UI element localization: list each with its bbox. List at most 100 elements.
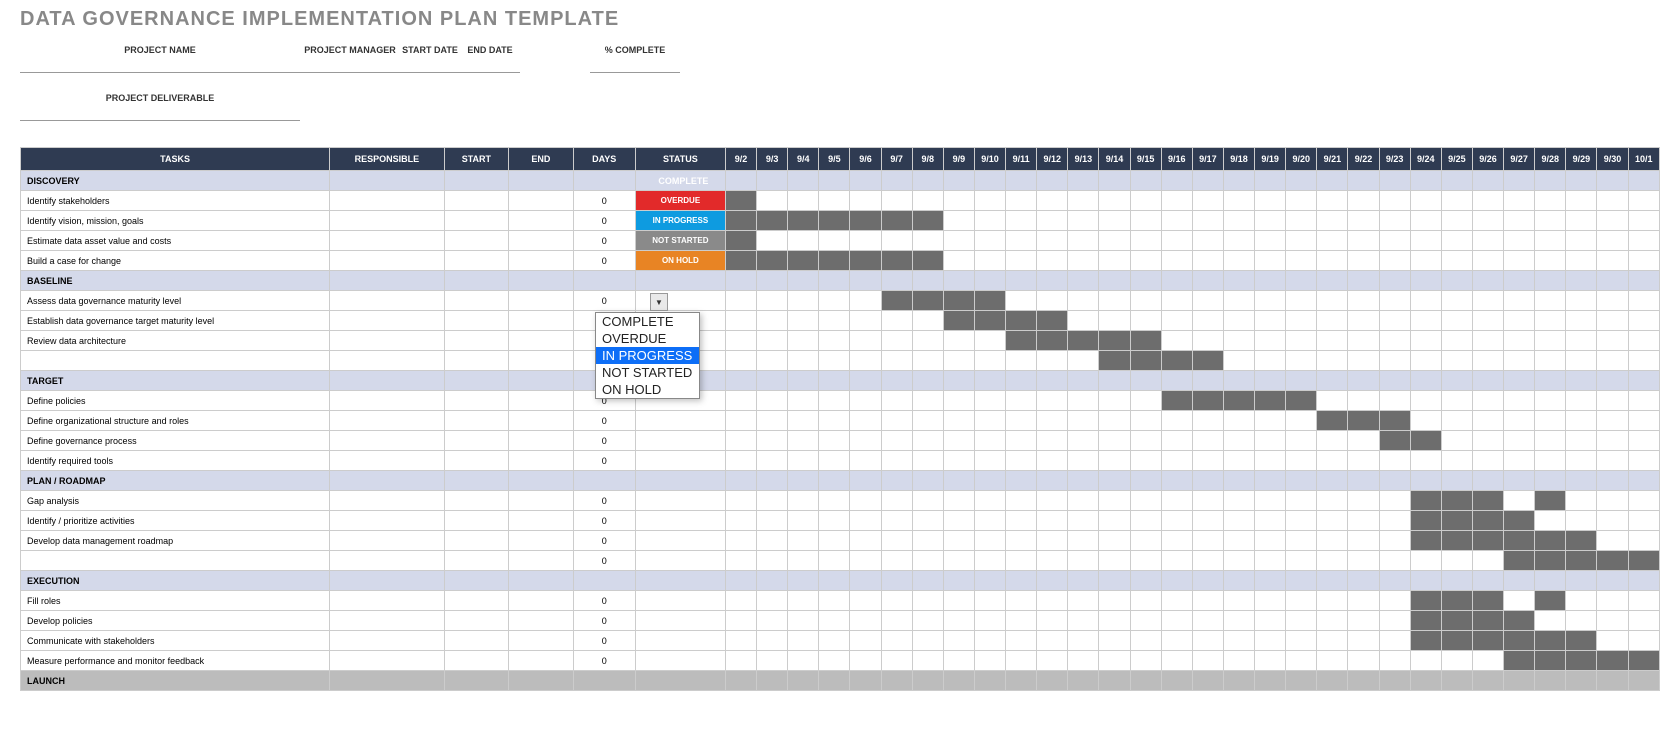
gantt-cell[interactable] bbox=[1006, 371, 1037, 391]
gantt-cell[interactable] bbox=[1099, 531, 1130, 551]
gantt-cell[interactable] bbox=[1006, 391, 1037, 411]
gantt-cell[interactable] bbox=[1255, 471, 1286, 491]
end-cell[interactable] bbox=[509, 351, 573, 371]
gantt-cell[interactable] bbox=[912, 191, 943, 211]
gantt-cell[interactable] bbox=[1535, 451, 1566, 471]
gantt-cell[interactable] bbox=[1130, 571, 1161, 591]
gantt-cell[interactable] bbox=[1068, 251, 1099, 271]
gantt-cell[interactable] bbox=[974, 331, 1005, 351]
gantt-cell[interactable] bbox=[1068, 511, 1099, 531]
gantt-cell[interactable] bbox=[1597, 231, 1628, 251]
gantt-cell[interactable] bbox=[1223, 391, 1254, 411]
gantt-cell[interactable] bbox=[1379, 671, 1410, 691]
gantt-cell[interactable] bbox=[943, 511, 974, 531]
gantt-cell[interactable] bbox=[1192, 271, 1223, 291]
gantt-cell[interactable] bbox=[850, 351, 881, 371]
gantt-cell[interactable] bbox=[1037, 631, 1068, 651]
gantt-cell[interactable] bbox=[1223, 451, 1254, 471]
gantt-cell[interactable] bbox=[1317, 511, 1348, 531]
gantt-cell[interactable] bbox=[1037, 651, 1068, 671]
gantt-cell[interactable] bbox=[850, 251, 881, 271]
task-name[interactable]: Identify required tools bbox=[21, 451, 330, 471]
gantt-cell[interactable] bbox=[1317, 191, 1348, 211]
gantt-cell[interactable] bbox=[850, 231, 881, 251]
input-end-date[interactable] bbox=[460, 57, 520, 73]
gantt-cell[interactable] bbox=[1410, 411, 1441, 431]
gantt-cell[interactable] bbox=[1006, 611, 1037, 631]
responsible-cell[interactable] bbox=[330, 631, 445, 651]
gantt-cell[interactable] bbox=[1317, 671, 1348, 691]
gantt-cell[interactable] bbox=[912, 231, 943, 251]
gantt-cell[interactable] bbox=[725, 231, 756, 251]
gantt-cell[interactable] bbox=[725, 311, 756, 331]
status-cell[interactable] bbox=[635, 671, 725, 691]
gantt-cell[interactable] bbox=[1161, 431, 1192, 451]
gantt-cell[interactable] bbox=[1379, 491, 1410, 511]
gantt-cell[interactable] bbox=[1223, 551, 1254, 571]
gantt-cell[interactable] bbox=[819, 211, 850, 231]
gantt-cell[interactable] bbox=[1379, 271, 1410, 291]
gantt-cell[interactable] bbox=[1472, 251, 1503, 271]
gantt-cell[interactable] bbox=[943, 371, 974, 391]
gantt-cell[interactable] bbox=[788, 491, 819, 511]
gantt-cell[interactable] bbox=[1223, 471, 1254, 491]
start-cell[interactable] bbox=[444, 351, 508, 371]
gantt-cell[interactable] bbox=[1006, 271, 1037, 291]
gantt-cell[interactable] bbox=[912, 491, 943, 511]
gantt-cell[interactable] bbox=[943, 351, 974, 371]
gantt-cell[interactable] bbox=[1161, 591, 1192, 611]
gantt-cell[interactable] bbox=[1472, 471, 1503, 491]
status-cell[interactable]: OVERDUE bbox=[635, 191, 725, 211]
gantt-cell[interactable] bbox=[1566, 671, 1597, 691]
gantt-cell[interactable] bbox=[788, 591, 819, 611]
gantt-cell[interactable] bbox=[850, 491, 881, 511]
gantt-cell[interactable] bbox=[974, 571, 1005, 591]
gantt-cell[interactable] bbox=[1068, 191, 1099, 211]
gantt-cell[interactable] bbox=[1566, 531, 1597, 551]
gantt-cell[interactable] bbox=[1317, 171, 1348, 191]
gantt-cell[interactable] bbox=[725, 171, 756, 191]
gantt-cell[interactable] bbox=[1472, 231, 1503, 251]
gantt-cell[interactable] bbox=[974, 231, 1005, 251]
gantt-cell[interactable] bbox=[912, 371, 943, 391]
gantt-cell[interactable] bbox=[1037, 191, 1068, 211]
gantt-cell[interactable] bbox=[1628, 491, 1659, 511]
cell[interactable] bbox=[573, 471, 635, 491]
gantt-cell[interactable] bbox=[1379, 311, 1410, 331]
start-cell[interactable] bbox=[444, 451, 508, 471]
gantt-cell[interactable] bbox=[1566, 211, 1597, 231]
gantt-cell[interactable] bbox=[943, 431, 974, 451]
gantt-cell[interactable] bbox=[757, 651, 788, 671]
gantt-cell[interactable] bbox=[850, 631, 881, 651]
gantt-cell[interactable] bbox=[1223, 311, 1254, 331]
gantt-cell[interactable] bbox=[757, 211, 788, 231]
gantt-cell[interactable] bbox=[974, 551, 1005, 571]
gantt-cell[interactable] bbox=[1535, 351, 1566, 371]
gantt-cell[interactable] bbox=[850, 371, 881, 391]
gantt-cell[interactable] bbox=[1566, 631, 1597, 651]
responsible-cell[interactable] bbox=[330, 531, 445, 551]
gantt-cell[interactable] bbox=[1410, 651, 1441, 671]
gantt-cell[interactable] bbox=[850, 291, 881, 311]
gantt-cell[interactable] bbox=[1037, 531, 1068, 551]
gantt-cell[interactable] bbox=[850, 471, 881, 491]
gantt-cell[interactable] bbox=[1535, 591, 1566, 611]
gantt-cell[interactable] bbox=[757, 311, 788, 331]
gantt-cell[interactable] bbox=[819, 331, 850, 351]
gantt-cell[interactable] bbox=[819, 451, 850, 471]
days-cell[interactable]: 0 bbox=[573, 631, 635, 651]
gantt-cell[interactable] bbox=[819, 271, 850, 291]
gantt-cell[interactable] bbox=[1535, 671, 1566, 691]
gantt-cell[interactable] bbox=[1597, 211, 1628, 231]
responsible-cell[interactable] bbox=[330, 431, 445, 451]
gantt-cell[interactable] bbox=[1099, 191, 1130, 211]
gantt-cell[interactable] bbox=[850, 331, 881, 351]
gantt-cell[interactable] bbox=[788, 251, 819, 271]
end-cell[interactable] bbox=[509, 391, 573, 411]
gantt-cell[interactable] bbox=[757, 511, 788, 531]
gantt-cell[interactable] bbox=[757, 591, 788, 611]
gantt-cell[interactable] bbox=[1628, 591, 1659, 611]
gantt-cell[interactable] bbox=[1192, 331, 1223, 351]
gantt-cell[interactable] bbox=[1099, 251, 1130, 271]
responsible-cell[interactable] bbox=[330, 291, 445, 311]
